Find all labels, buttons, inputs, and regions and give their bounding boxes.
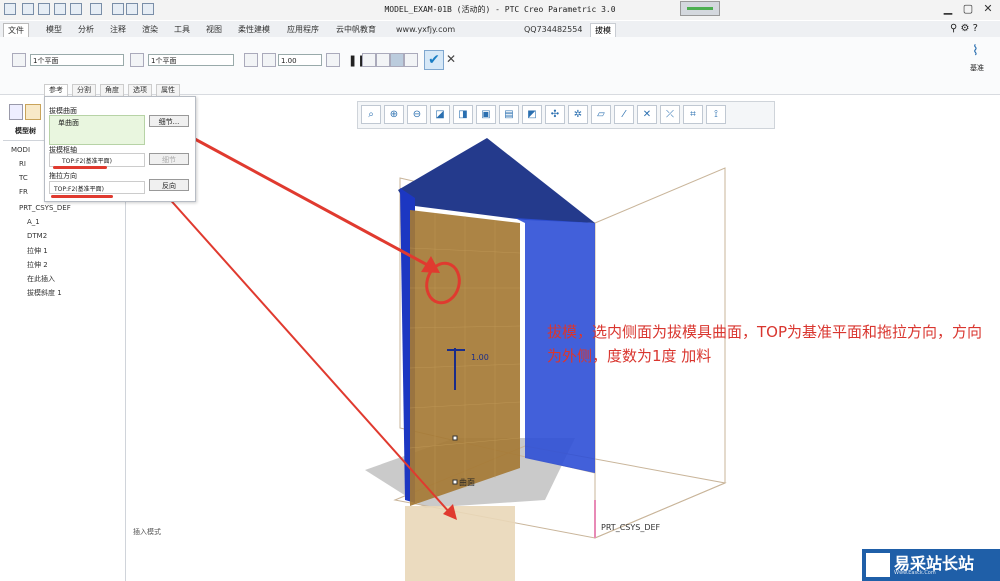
angle-input[interactable]: 1.00 <box>278 54 322 66</box>
tab-model[interactable]: 模型 <box>42 23 66 36</box>
model-tree-icon[interactable] <box>9 104 23 120</box>
draft-pivot-collector[interactable]: TOP:F2(基准平面) <box>49 153 145 167</box>
display-style-icon[interactable]: ◨ <box>453 105 473 124</box>
preview-icon[interactable] <box>362 53 376 67</box>
tree-item-top[interactable]: TC <box>19 174 28 182</box>
tree-item-insert-here[interactable]: 在此插入 <box>27 274 55 284</box>
drag-handle[interactable] <box>452 435 458 441</box>
arrow-to-face <box>192 136 434 270</box>
refit-icon[interactable]: ⌕ <box>361 105 381 124</box>
watermark-url: Www.Easck.Com <box>894 570 936 576</box>
help-icons[interactable]: ⚲ ⚙ ? <box>950 23 978 34</box>
spin-icon[interactable]: ⟟ <box>706 105 726 124</box>
verify-icon[interactable] <box>376 53 390 67</box>
minimize-icon[interactable]: ▁ <box>940 2 956 16</box>
title-bar: MODEL_EXAM-01B (活动的) - PTC Creo Parametr… <box>0 0 1000 20</box>
tree-item-right[interactable]: RI <box>19 160 26 168</box>
status-indicator <box>680 1 720 16</box>
status-hint: 插入模式 <box>133 527 161 536</box>
draft-surface-icon <box>12 53 26 67</box>
datum-label: 基准 <box>970 64 984 72</box>
tab-analysis[interactable]: 分析 <box>74 23 98 36</box>
perspective-icon[interactable]: ◩ <box>522 105 542 124</box>
watermark-logo-icon <box>866 553 890 577</box>
draft-pivot-field[interactable]: 1个平面 <box>148 54 234 66</box>
tutorial-annotation: 拔模，选内侧面为拔模具曲面，TOP为基准平面和拖拉方向，方向为外侧，度数为1度 … <box>547 323 983 365</box>
drag-handle[interactable] <box>452 479 458 485</box>
cancel-button[interactable]: ✕ <box>446 52 456 66</box>
glasses-icon[interactable] <box>404 53 418 67</box>
tab-qq[interactable]: QQ734482554 <box>520 23 586 36</box>
tab-file[interactable]: 文件 <box>3 23 29 38</box>
tab-applications[interactable]: 应用程序 <box>283 23 323 36</box>
tab-edu[interactable]: 云中帆教育 <box>332 23 380 36</box>
angle-icon <box>262 53 276 67</box>
spin-center-icon[interactable]: ✣ <box>545 105 565 124</box>
references-panel: 拔模曲面 单曲面 细节... 拔模枢轴 TOP:F2(基准平面) 细节 拖拉方向… <box>44 96 196 202</box>
pull-direction-collector[interactable]: TOP:F2(基准平面) <box>49 181 145 194</box>
zoom-in-icon[interactable]: ⊕ <box>384 105 404 124</box>
ribbon-tabs: 文件 模型 分析 注释 渲染 工具 视图 柔性建模 应用程序 云中帆教育 www… <box>0 21 1000 38</box>
ok-button[interactable]: ✔ <box>424 50 444 70</box>
tab-website[interactable]: www.yxfjy.com <box>392 23 459 36</box>
lower-face <box>405 506 515 581</box>
graphics-toolbar: ⌕ ⊕ ⊖ ◪ ◨ ▣ ▤ ◩ ✣ ✲ ▱ ⁄ ✕ ⤫ ⌗ ⟟ <box>357 101 775 129</box>
annotation-display-icon[interactable]: ⌗ <box>683 105 703 124</box>
flip-icon[interactable] <box>244 53 258 67</box>
maximize-icon[interactable]: ▢ <box>960 2 976 16</box>
repaint-icon[interactable]: ◪ <box>430 105 450 124</box>
zoom-out-icon[interactable]: ⊖ <box>407 105 427 124</box>
tree-item-dtm2[interactable]: DTM2 <box>27 232 47 240</box>
roof-face <box>398 138 595 223</box>
tab-render[interactable]: 渲染 <box>138 23 162 36</box>
model-tree-tab[interactable]: 模型树 <box>15 126 36 136</box>
draft-surface-collector[interactable]: 单曲面 <box>49 115 145 145</box>
folder-icon[interactable] <box>25 104 41 120</box>
datum-icon[interactable]: ⌇ <box>972 43 979 59</box>
reverse-button[interactable]: 反向 <box>149 179 189 191</box>
pivot-icon <box>130 53 144 67</box>
face-label: 曲面 <box>459 477 475 487</box>
tree-item-draft1[interactable]: 拔模斜度 1 <box>27 288 62 298</box>
plane-display-icon[interactable]: ▱ <box>591 105 611 124</box>
draft-surface-field[interactable]: 1个平面 <box>30 54 124 66</box>
tab-draft[interactable]: 拔模 <box>590 23 616 37</box>
csys-label: PRT_CSYS_DEF <box>601 523 661 532</box>
tab-flexible-modeling[interactable]: 柔性建模 <box>234 23 274 36</box>
datum-display-icon[interactable]: ✲ <box>568 105 588 124</box>
saved-views-icon[interactable]: ▣ <box>476 105 496 124</box>
tab-tools[interactable]: 工具 <box>170 23 194 36</box>
tree-item-csys[interactable]: PRT_CSYS_DEF <box>19 204 71 212</box>
pull-direction-label: 拖拉方向 <box>49 172 77 180</box>
geometry-preview-icon[interactable] <box>390 53 404 67</box>
axis-display-icon[interactable]: ⁄ <box>614 105 634 124</box>
tree-item-front[interactable]: FR <box>19 188 28 196</box>
angle-label: 1.00 <box>471 353 489 362</box>
point-display-icon[interactable]: ✕ <box>637 105 657 124</box>
close-icon[interactable]: ✕ <box>980 2 996 16</box>
tree-item-axis[interactable]: A_1 <box>27 218 40 226</box>
surface-details-button[interactable]: 细节... <box>149 115 189 127</box>
tree-item-root[interactable]: MODI <box>11 146 30 154</box>
underline-mark <box>53 166 107 169</box>
tree-item-extrude1[interactable]: 拉伸 1 <box>27 246 48 256</box>
pivot-details-button[interactable]: 细节 <box>149 153 189 165</box>
flip-angle-icon[interactable] <box>326 53 340 67</box>
tree-item-extrude2[interactable]: 拉伸 2 <box>27 260 48 270</box>
site-watermark: 易采站长站 Www.Easck.Com <box>862 549 1000 581</box>
window-title: MODEL_EXAM-01B (活动的) - PTC Creo Parametr… <box>384 5 616 14</box>
csys-display-icon[interactable]: ⤫ <box>660 105 680 124</box>
tab-annotate[interactable]: 注释 <box>106 23 130 36</box>
view-manager-icon[interactable]: ▤ <box>499 105 519 124</box>
underline-mark <box>51 195 113 198</box>
tab-view[interactable]: 视图 <box>202 23 226 36</box>
